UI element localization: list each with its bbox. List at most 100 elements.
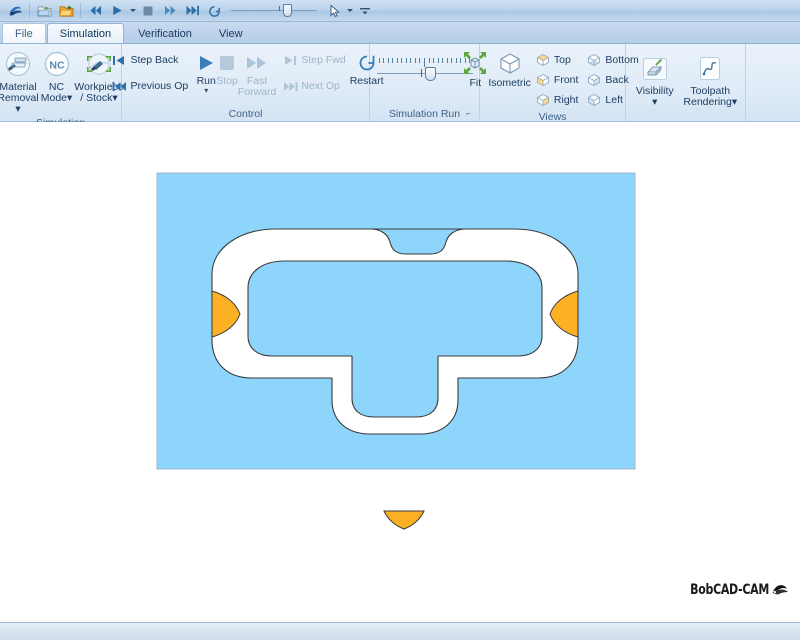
- previous-op-button[interactable]: Previous Op: [107, 76, 192, 96]
- front-view-icon: [535, 72, 551, 88]
- ribbon-group-render-label: [630, 109, 741, 121]
- tab-verification[interactable]: Verification: [125, 23, 205, 43]
- qat-speed-slider[interactable]: [231, 1, 317, 20]
- speed-slider-ticks: [378, 58, 471, 67]
- control-step-stack-left: Step Back Previous Op: [107, 46, 192, 96]
- material-removal-dropdown-caret-icon[interactable]: ▾: [15, 103, 20, 115]
- stop-label: Stop: [216, 75, 238, 87]
- step-back-icon: [111, 52, 127, 68]
- application-window: File Simulation Verification View Materi…: [0, 0, 800, 640]
- stop-icon: [218, 52, 236, 74]
- ribbon-group-views: Fit Isometric Top Bottom Front Back Righ…: [464, 44, 639, 123]
- svg-text:NC: NC: [49, 60, 65, 72]
- simulation-run-speed-slider[interactable]: [375, 56, 475, 90]
- fast-forward-button[interactable]: Fast Forward: [238, 46, 276, 98]
- ribbon-group-control-label: Control: [228, 108, 263, 120]
- nc-mode-dropdown-caret-icon[interactable]: ▾: [67, 92, 72, 104]
- nc-mode-icon: NC: [42, 49, 72, 81]
- qat-separator-2: [80, 3, 81, 18]
- toolpath-rendering-button[interactable]: Toolpath Rendering▾: [680, 50, 741, 109]
- top-view-button[interactable]: Top: [531, 50, 583, 70]
- next-op-icon: [282, 78, 298, 94]
- speed-slider-notch: [420, 69, 422, 77]
- nc-mode-label-2: Mode: [40, 92, 67, 104]
- skip-end-icon[interactable]: [182, 1, 202, 20]
- visibility-dropdown-caret-icon[interactable]: ▾: [652, 96, 657, 108]
- ribbon-group-render: Visibility ▾ Toolpath Rendering▾: [626, 44, 746, 121]
- top-view-icon: [535, 52, 551, 68]
- step-forward-button[interactable]: Step Fwd: [278, 50, 349, 70]
- material-removal-button[interactable]: Material Removal ▾: [0, 46, 40, 116]
- qat-separator-1: [29, 3, 30, 18]
- open-folder-icon[interactable]: [34, 1, 54, 20]
- bobcad-mouse-icon: [772, 583, 788, 597]
- rewind-icon[interactable]: [85, 1, 105, 20]
- speed-slider-thumb[interactable]: [424, 67, 436, 81]
- bobcad-cam-logo-text: BobCAD-CAM: [690, 581, 769, 598]
- next-op-button[interactable]: Next Op: [278, 76, 349, 96]
- front-view-button[interactable]: Front: [531, 70, 583, 90]
- tab-file-label: File: [15, 27, 33, 40]
- isometric-view-icon: [497, 50, 523, 76]
- right-view-button[interactable]: Right: [531, 90, 583, 110]
- play-icon[interactable]: [107, 1, 127, 20]
- previous-op-icon: [111, 78, 127, 94]
- tab-view-label: View: [218, 27, 243, 40]
- toolpath-rendering-label-2: Rendering: [683, 96, 732, 108]
- save-folder-icon[interactable]: [56, 1, 76, 20]
- toolpath-rendering-icon: [695, 53, 725, 85]
- run-icon: [196, 52, 216, 74]
- nc-mode-button[interactable]: NC NC Mode▾: [40, 46, 74, 105]
- run-dropdown-caret-icon[interactable]: ▾: [204, 87, 208, 95]
- bottom-view-icon: [586, 52, 602, 68]
- visibility-button[interactable]: Visibility ▾: [630, 50, 680, 109]
- back-view-icon: [586, 72, 602, 88]
- qat-slider-center-tick: [279, 6, 280, 11]
- tab-simulation-label: Simulation: [59, 27, 112, 40]
- toolpath-rendering-dropdown-caret-icon[interactable]: ▾: [732, 96, 737, 108]
- tab-simulation[interactable]: Simulation: [46, 23, 125, 43]
- bobcad-app-icon[interactable]: [5, 1, 25, 20]
- qat-slider-thumb[interactable]: [283, 4, 292, 17]
- step-back-button[interactable]: Step Back: [107, 50, 192, 70]
- isometric-view-label: Isometric: [488, 77, 531, 89]
- ribbon-tabstrip: File Simulation Verification View: [0, 22, 800, 44]
- tab-view[interactable]: View: [206, 23, 256, 43]
- ribbon-group-control: Step Back Previous Op Run ▾ Stop Fast Fo…: [112, 44, 384, 121]
- quick-access-toolbar: [0, 0, 800, 22]
- ribbon-filler: [746, 44, 800, 121]
- step-forward-label: Step Fwd: [301, 54, 346, 66]
- tab-file[interactable]: File: [2, 23, 46, 43]
- left-view-label: Left: [605, 94, 623, 106]
- fit-view-label: Fit: [469, 77, 482, 89]
- qat-overflow-icon[interactable]: [355, 1, 375, 20]
- previous-op-label: Previous Op: [130, 80, 189, 92]
- tab-verification-label: Verification: [138, 27, 192, 40]
- run-button[interactable]: Run ▾: [196, 46, 216, 95]
- step-forward-icon: [282, 52, 298, 68]
- isometric-view-button[interactable]: Isometric: [488, 48, 531, 89]
- stop-icon[interactable]: [138, 1, 158, 20]
- fast-forward-icon: [246, 52, 268, 74]
- material-removal-icon: [3, 49, 33, 81]
- cursor-dropdown-caret-icon[interactable]: [345, 1, 354, 20]
- play-dropdown-caret-icon[interactable]: [128, 1, 137, 20]
- simulation-viewport[interactable]: BobCAD-CAM: [0, 122, 800, 622]
- dialog-launcher-icon[interactable]: ⌐: [464, 109, 473, 118]
- ribbon: Material Removal ▾ NC NC Mode▾ Workpiece…: [0, 44, 800, 134]
- cursor-select-icon[interactable]: [324, 1, 344, 20]
- bobcad-cam-logo: BobCAD-CAM: [690, 581, 788, 598]
- fast-forward-icon[interactable]: [160, 1, 180, 20]
- step-back-label: Step Back: [130, 54, 179, 66]
- top-view-label: Top: [553, 54, 571, 66]
- restart-icon[interactable]: [204, 1, 224, 20]
- fit-view-button[interactable]: Fit: [462, 48, 488, 89]
- simulation-scene: [156, 172, 636, 530]
- ribbon-group-speed-label: Simulation Run Speed ⌐: [374, 107, 475, 134]
- control-step-stack-right: Step Fwd Next Op: [278, 46, 349, 96]
- right-view-icon: [535, 92, 551, 108]
- stop-button[interactable]: Stop: [216, 46, 238, 87]
- left-view-icon: [586, 92, 602, 108]
- fit-view-icon: [462, 50, 488, 76]
- tab-bottom: [383, 510, 425, 530]
